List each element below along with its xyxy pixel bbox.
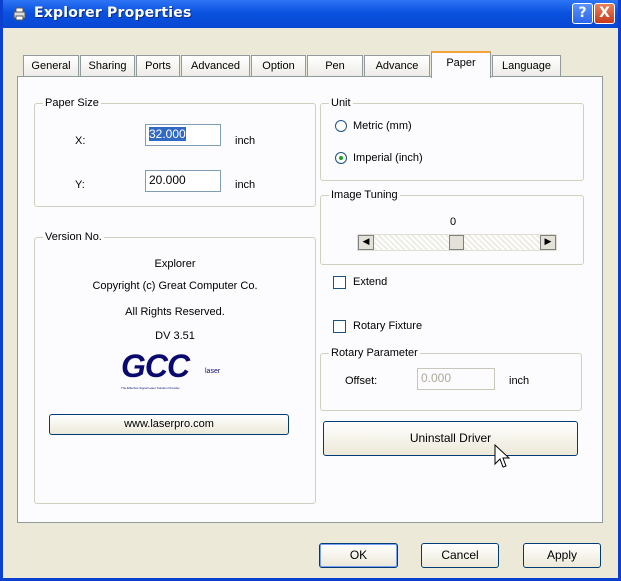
- cancel-button[interactable]: Cancel: [421, 543, 499, 568]
- mouse-cursor-icon: [494, 444, 511, 468]
- help-button[interactable]: ?: [572, 3, 593, 24]
- version-group: Version No. Explorer Copyright (c) Great…: [34, 230, 316, 504]
- tab-paper[interactable]: Paper: [431, 51, 491, 78]
- y-unit-label: inch: [235, 179, 256, 191]
- unit-title: Unit: [329, 96, 353, 110]
- imperial-label[interactable]: Imperial (inch): [353, 152, 423, 164]
- gcc-logo: GCC laser The Effective Signal Laser Sol…: [121, 348, 235, 394]
- driver-version: DV 3.51: [155, 330, 195, 342]
- uninstall-driver-button[interactable]: Uninstall Driver: [323, 421, 578, 456]
- tab-advance[interactable]: Advance: [364, 55, 430, 77]
- image-tuning-title: Image Tuning: [329, 188, 400, 202]
- version-title: Version No.: [43, 230, 104, 244]
- gcc-logo-text: GCC: [121, 348, 190, 384]
- product-name: Explorer: [154, 258, 196, 270]
- unit-group: Unit Metric (mm) Imperial (inch): [320, 96, 584, 181]
- imperial-radio[interactable]: [335, 152, 347, 164]
- slider-thumb[interactable]: [449, 235, 464, 250]
- metric-label[interactable]: Metric (mm): [353, 120, 412, 132]
- y-size-input[interactable]: 20.000: [145, 170, 221, 192]
- tab-sharing[interactable]: Sharing: [80, 55, 135, 77]
- image-tuning-slider[interactable]: ◀ ▶: [357, 234, 557, 251]
- rights-text: All Rights Reserved.: [125, 306, 225, 318]
- tab-option[interactable]: Option: [251, 55, 306, 77]
- copyright-text: Copyright (c) Great Computer Co.: [92, 280, 258, 292]
- tab-advanced[interactable]: Advanced: [181, 55, 250, 77]
- y-label: Y:: [75, 179, 85, 191]
- gcc-logo-tagline: The Effective Signal Laser Solution Prov…: [121, 386, 180, 390]
- window-title: Explorer Properties: [34, 5, 192, 21]
- printer-icon: [13, 7, 26, 21]
- close-button[interactable]: X: [594, 3, 615, 24]
- tab-ports[interactable]: Ports: [136, 55, 180, 77]
- offset-label: Offset:: [345, 375, 378, 387]
- tab-general[interactable]: General: [23, 55, 79, 77]
- x-unit-label: inch: [235, 135, 256, 147]
- offset-input[interactable]: 0.000: [417, 368, 495, 390]
- x-size-input[interactable]: 32.000: [145, 124, 221, 146]
- properties-dialog: Explorer Properties ? X General Sharing …: [0, 0, 621, 581]
- website-button[interactable]: www.laserpro.com: [49, 414, 289, 435]
- tab-language[interactable]: Language: [492, 55, 561, 77]
- metric-radio[interactable]: [335, 120, 347, 132]
- image-tuning-group: Image Tuning 0 ◀ ▶: [320, 188, 584, 265]
- paper-size-group: Paper Size X: 32.000 inch Y: 20.000 inch: [34, 96, 316, 207]
- paper-tab-panel: Paper Size X: 32.000 inch Y: 20.000 inch…: [17, 76, 603, 523]
- extend-label[interactable]: Extend: [353, 276, 387, 288]
- image-tuning-value: 0: [449, 216, 457, 228]
- title-bar[interactable]: Explorer Properties ? X: [3, 0, 618, 28]
- rotary-fixture-label[interactable]: Rotary Fixture: [353, 320, 422, 332]
- x-label: X:: [75, 135, 86, 147]
- gcc-logo-small: laser: [205, 368, 221, 375]
- scroll-left-icon[interactable]: ◀: [358, 235, 374, 250]
- rotary-fixture-checkbox[interactable]: [333, 320, 346, 333]
- apply-button[interactable]: Apply: [523, 543, 601, 568]
- scroll-right-icon[interactable]: ▶: [540, 235, 556, 250]
- rotary-parameter-group: Rotary Parameter Offset: 0.000 inch: [320, 346, 582, 411]
- extend-checkbox[interactable]: [333, 276, 346, 289]
- offset-unit-label: inch: [509, 375, 530, 387]
- rotary-parameter-title: Rotary Parameter: [329, 346, 420, 360]
- ok-button[interactable]: OK: [319, 543, 398, 568]
- tab-pen[interactable]: Pen: [307, 55, 363, 77]
- paper-size-title: Paper Size: [43, 96, 101, 110]
